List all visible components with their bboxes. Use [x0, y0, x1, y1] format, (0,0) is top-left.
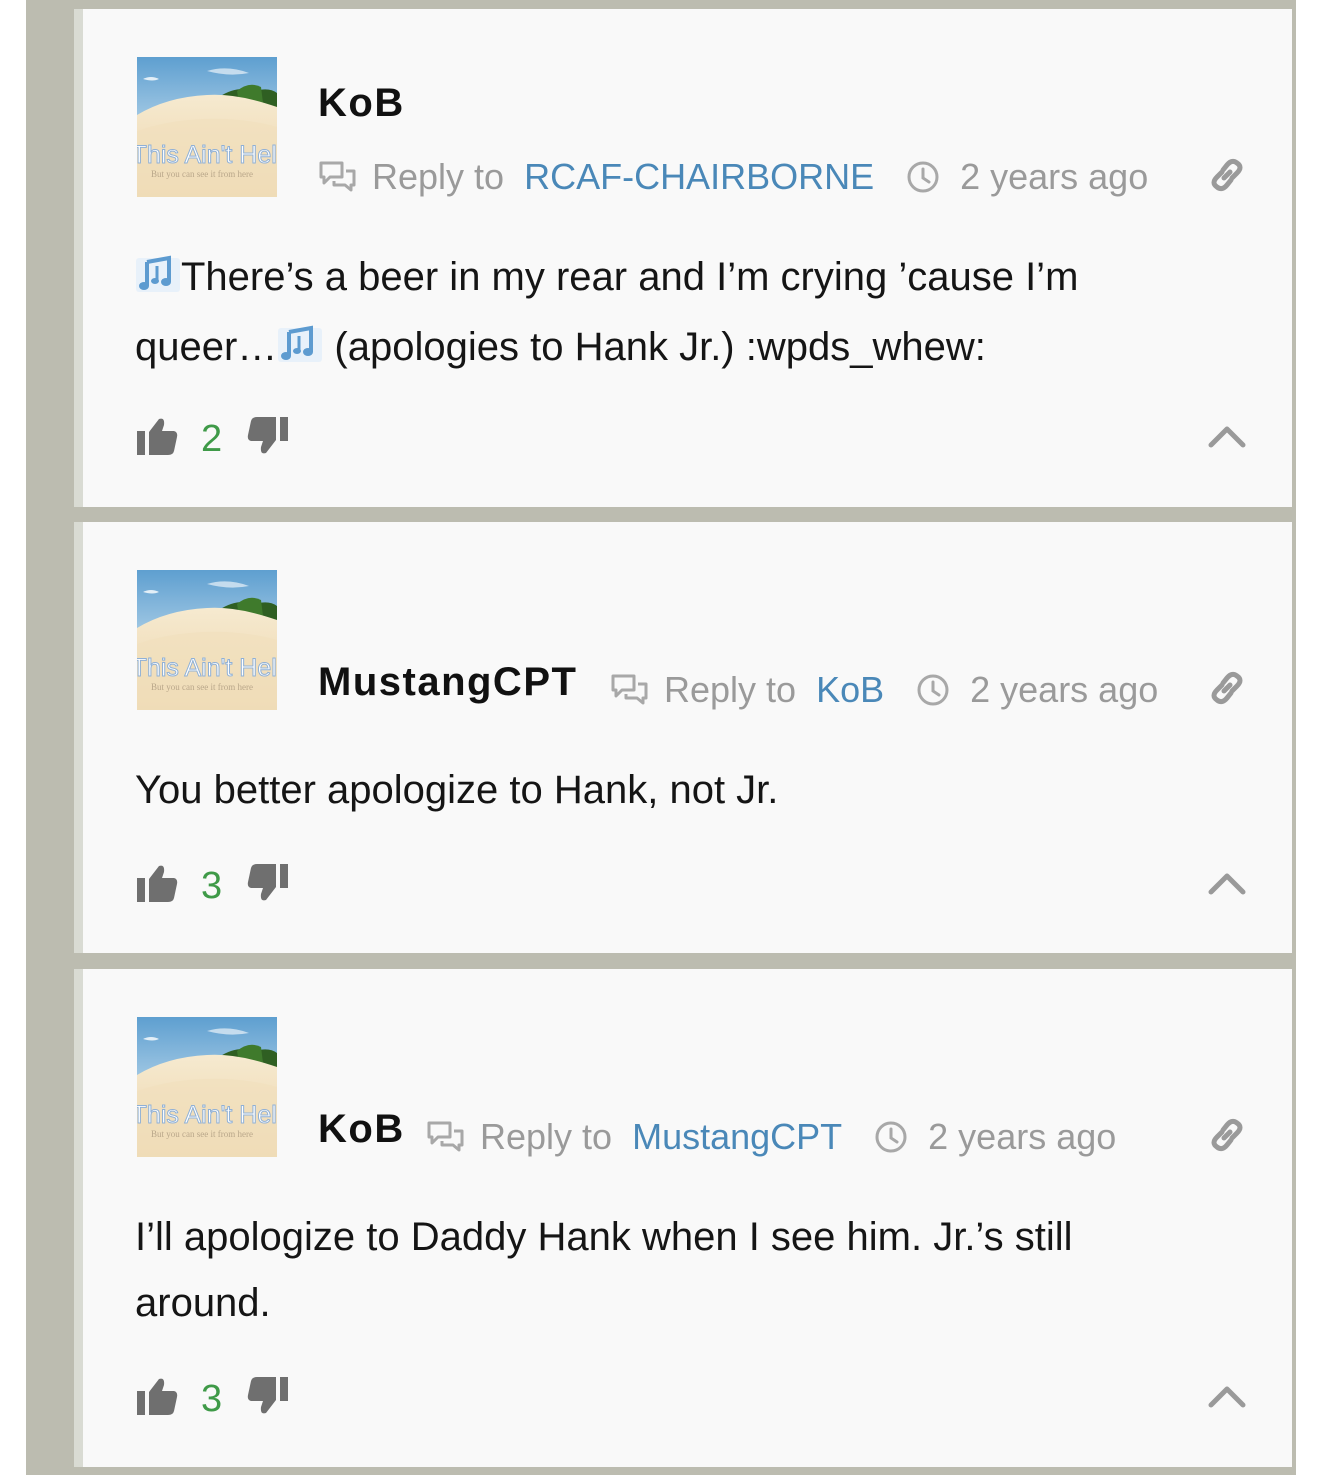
avatar[interactable]: This Ain't Hell But you can see it from …: [137, 57, 277, 197]
comment-author[interactable]: KoB: [318, 1109, 405, 1149]
comment-meta: Reply to MustangCPT 2 years ago: [426, 1119, 1116, 1155]
vote-controls: 2: [135, 415, 290, 462]
reply-target-link[interactable]: KoB: [816, 672, 884, 708]
comment-meta: Reply to RCAF-CHAIRBORNE 2 years ago: [318, 159, 1148, 195]
clock-icon: [874, 1120, 908, 1154]
avatar[interactable]: This Ain't Hell But you can see it from …: [137, 570, 277, 710]
reply-icon: [426, 1119, 466, 1155]
reply-icon: [610, 672, 650, 708]
clock-icon: [906, 160, 940, 194]
comment-body: You better apologize to Hank, not Jr.: [135, 768, 779, 812]
thumbs-down-icon[interactable]: [246, 415, 290, 462]
avatar[interactable]: This Ain't Hell But you can see it from …: [137, 1017, 277, 1157]
reply-label: Reply to: [480, 1116, 613, 1157]
avatar-title: This Ain't Hell: [137, 1101, 277, 1129]
comment-card: This Ain't Hell But you can see it from …: [74, 9, 1292, 507]
comment-card: This Ain't Hell But you can see it from …: [74, 969, 1292, 1467]
reply-label: Reply to: [664, 669, 797, 710]
chevron-up-icon[interactable]: [1207, 423, 1247, 449]
avatar-subtitle: But you can see it from here: [151, 1129, 253, 1139]
comment-author[interactable]: KoB: [318, 83, 405, 123]
music-note-icon: [277, 318, 323, 384]
link-icon[interactable]: [1207, 668, 1247, 708]
comment-body: I’ll apologize to Daddy Hank when I see …: [135, 1215, 1073, 1325]
reply-label: Reply to: [372, 156, 505, 197]
vote-count: 3: [201, 1377, 223, 1420]
clock-icon: [916, 673, 950, 707]
thumbs-up-icon[interactable]: [135, 415, 179, 462]
avatar-subtitle: But you can see it from here: [151, 682, 253, 692]
reply-target-link[interactable]: RCAF-CHAIRBORNE: [524, 159, 874, 195]
comment-card: This Ain't Hell But you can see it from …: [74, 522, 1292, 953]
avatar-title: This Ain't Hell: [137, 654, 277, 682]
thumbs-down-icon[interactable]: [246, 862, 290, 909]
comment-author[interactable]: MustangCPT: [318, 662, 577, 702]
avatar-title: This Ain't Hell: [137, 141, 277, 169]
link-icon[interactable]: [1207, 1115, 1247, 1155]
comment-body: There’s a beer in my rear and I’m crying…: [135, 244, 1195, 384]
chevron-up-icon[interactable]: [1207, 870, 1247, 896]
thumbs-up-icon[interactable]: [135, 1375, 179, 1422]
comment-timestamp[interactable]: 2 years ago: [960, 159, 1148, 195]
link-icon[interactable]: [1207, 155, 1247, 195]
avatar-subtitle: But you can see it from here: [151, 169, 253, 179]
thumbs-up-icon[interactable]: [135, 862, 179, 909]
thumbs-down-icon[interactable]: [246, 1375, 290, 1422]
comment-timestamp[interactable]: 2 years ago: [970, 672, 1158, 708]
music-note-icon: [135, 248, 181, 314]
vote-controls: 3: [135, 1375, 290, 1422]
reply-target-link[interactable]: MustangCPT: [632, 1119, 842, 1155]
chevron-up-icon[interactable]: [1207, 1383, 1247, 1409]
vote-count: 2: [201, 417, 223, 460]
vote-controls: 3: [135, 862, 290, 909]
vote-count: 3: [201, 864, 223, 907]
comment-timestamp[interactable]: 2 years ago: [928, 1119, 1116, 1155]
comment-meta: Reply to KoB 2 years ago: [610, 672, 1158, 708]
comment-text-part: (apologies to Hank Jr.) :wpds_whew:: [323, 325, 986, 369]
reply-icon: [318, 159, 358, 195]
